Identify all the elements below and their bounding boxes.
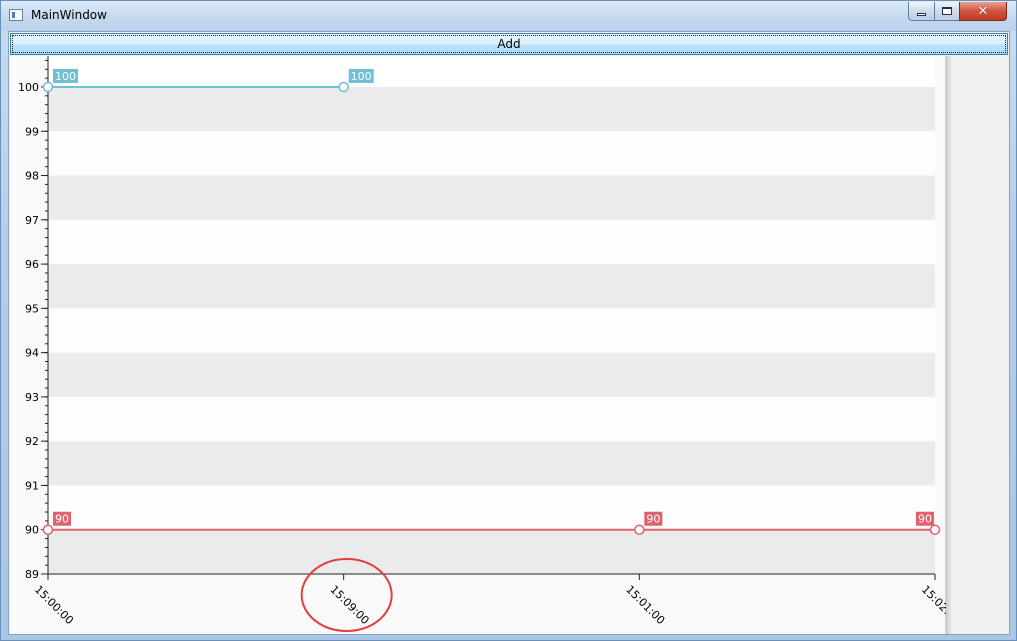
x-tick-label: 15:01:00 bbox=[623, 583, 667, 627]
y-tick-label: 97 bbox=[25, 214, 39, 227]
x-tick-label: 15:00:00 bbox=[32, 583, 76, 627]
x-tick-label: 15:09:00 bbox=[328, 583, 372, 627]
grid-band bbox=[48, 529, 935, 574]
y-tick-label: 93 bbox=[25, 391, 39, 404]
y-tick-label: 96 bbox=[25, 258, 39, 271]
x-axis: 15:00:00 15:09:00 15:01:00 15:02:00 bbox=[32, 573, 963, 627]
add-button[interactable]: Add bbox=[10, 33, 1008, 55]
minimize-icon bbox=[917, 12, 926, 16]
maximize-icon bbox=[942, 7, 952, 15]
grid-band bbox=[48, 86, 935, 132]
grid-band-light bbox=[48, 131, 935, 176]
title-bar[interactable]: MainWindow ✕ bbox=[1, 1, 1016, 31]
grid-band bbox=[48, 352, 935, 397]
chart-panel-edge bbox=[946, 56, 952, 634]
chart-area: 89 90 91 92 93 94 95 96 97 98 99 100 15:00:00 15:09:… bbox=[10, 56, 963, 634]
data-point bbox=[634, 524, 645, 535]
close-button[interactable]: ✕ bbox=[959, 2, 1007, 21]
grid-band-light bbox=[48, 308, 935, 353]
data-point bbox=[929, 524, 941, 535]
close-icon: ✕ bbox=[977, 3, 989, 19]
main-window: MainWindow ✕ Add 89 90 91 92 93 94 95 96 97 98 99 1… bbox=[0, 0, 1017, 641]
grid-band-top bbox=[48, 56, 935, 87]
y-tick-label: 90 bbox=[25, 524, 39, 537]
y-tick-label: 89 bbox=[25, 568, 39, 581]
data-point bbox=[338, 81, 349, 93]
data-label: 90 bbox=[918, 513, 932, 526]
client-area: Add 89 90 91 92 93 94 95 96 97 98 99 100 15:00:00 15… bbox=[8, 31, 1010, 635]
data-point bbox=[42, 524, 54, 535]
grid-band bbox=[48, 264, 935, 309]
grid-band-light bbox=[48, 485, 935, 530]
y-axis: 89 90 91 92 93 94 95 96 97 98 99 100 bbox=[18, 56, 49, 581]
grid-band-light bbox=[48, 396, 935, 442]
app-window-icon[interactable] bbox=[9, 9, 23, 21]
grid-band-light bbox=[48, 219, 935, 265]
grid-bands bbox=[48, 56, 935, 574]
y-tick-label: 95 bbox=[25, 302, 39, 315]
y-tick-label: 99 bbox=[25, 125, 39, 138]
y-tick-label: 98 bbox=[25, 170, 39, 183]
window-title: MainWindow bbox=[31, 8, 107, 22]
x-tick-label: 15:02:00 bbox=[919, 583, 946, 627]
y-tick-label: 94 bbox=[25, 347, 39, 360]
data-label: 100 bbox=[351, 70, 372, 83]
grid-band bbox=[48, 441, 935, 486]
data-label: 90 bbox=[55, 513, 69, 526]
data-point bbox=[42, 81, 54, 93]
minimize-button[interactable] bbox=[908, 2, 935, 21]
line-chart: 89 90 91 92 93 94 95 96 97 98 99 100 15:00:00 15:09:… bbox=[18, 56, 963, 632]
y-tick-label: 100 bbox=[18, 81, 39, 94]
data-label: 90 bbox=[646, 513, 660, 526]
y-tick-label: 92 bbox=[25, 435, 39, 448]
grid-band bbox=[48, 175, 935, 220]
y-tick-label: 91 bbox=[25, 479, 39, 492]
maximize-button[interactable] bbox=[934, 2, 960, 21]
data-label: 100 bbox=[55, 70, 76, 83]
